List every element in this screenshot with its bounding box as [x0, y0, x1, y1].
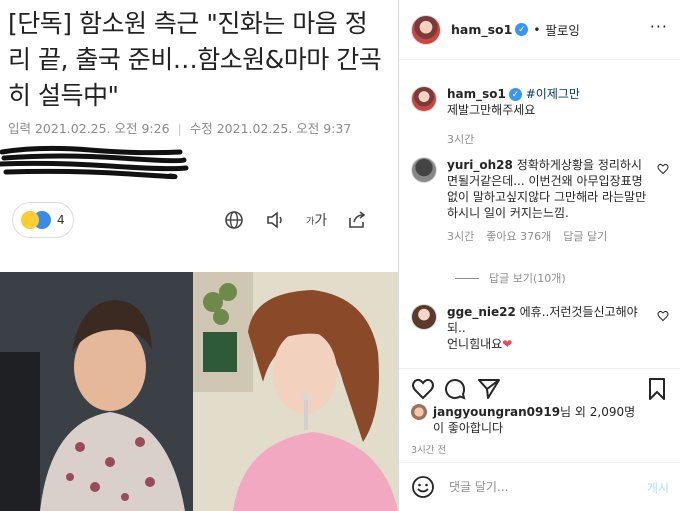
published-time: 입력 2021.02.25. 오전 9:26: [8, 121, 170, 136]
post-comment-button[interactable]: 게시: [647, 479, 669, 496]
caption-meta: 3시간: [447, 132, 669, 148]
reaction-emojis: [21, 211, 51, 229]
caption-text: 제발그만해주세요: [447, 103, 536, 117]
caption-username[interactable]: ham_so1: [447, 87, 506, 101]
reaction-count: 4: [57, 213, 65, 227]
header-username[interactable]: ham_so1: [451, 22, 512, 37]
emoji-icon[interactable]: [411, 475, 435, 499]
comment-item: gge_nie22 에휴..저런것들신고해야되.. 언니힘내요❤: [411, 304, 669, 352]
comment-username[interactable]: gge_nie22: [447, 305, 516, 319]
verified-icon: ✓: [508, 88, 522, 101]
wow-emoji-icon: [21, 211, 39, 229]
meta-divider: |: [177, 121, 182, 136]
comment-composer: 게시: [399, 462, 680, 511]
font-small-label: 가: [306, 216, 315, 227]
redaction-scribble: [0, 145, 189, 180]
reaction-button[interactable]: 4: [12, 202, 74, 238]
avatar[interactable]: [411, 14, 441, 45]
liked-by-user[interactable]: jangyoungran0919: [433, 405, 560, 419]
liked-by: jangyoungran0919님 외 2,090명 이 좋아합니다: [411, 404, 635, 436]
article-timestamps: 입력 2021.02.25. 오전 9:26 | 수정 2021.02.25. …: [8, 118, 351, 137]
comment-body: gge_nie22 에휴..저런것들신고해야되.. 언니힘내요❤: [447, 304, 669, 352]
post-time[interactable]: 3시간 전: [411, 442, 446, 456]
avatar[interactable]: [411, 304, 437, 330]
verified-icon: ✓: [515, 23, 529, 36]
view-replies-button[interactable]: 답글 보기(10개): [455, 270, 566, 286]
comment-text-2: 언니힘내요: [447, 337, 503, 351]
post-header: ham_so1 ✓ • 팔로잉 ···: [399, 0, 680, 60]
header-user: ham_so1 ✓ • 팔로잉: [451, 20, 580, 39]
comment-input[interactable]: [449, 480, 647, 494]
liked-by-suffix: 님 외 2,090명: [560, 405, 636, 419]
avatar[interactable]: [411, 157, 437, 183]
comment-meta: 3시간 좋아요 376개 답글 달기: [447, 229, 651, 245]
caption: ham_so1 ✓ #이제그만 제발그만해주세요 3시간: [411, 86, 669, 148]
comment-username[interactable]: yuri_oh28: [447, 158, 513, 172]
reply-button[interactable]: 답글 달기: [563, 229, 607, 245]
comment-icon[interactable]: [443, 377, 467, 401]
liked-by-line2: 이 좋아합니다: [433, 421, 504, 435]
speaker-icon[interactable]: [264, 208, 288, 232]
caption-time[interactable]: 3시간: [447, 132, 474, 148]
share-icon[interactable]: [345, 208, 369, 232]
hashtag-link[interactable]: #이제그만: [526, 87, 580, 101]
photo-woman: [193, 272, 398, 511]
article-headline: [단독] 함소원 측근 "진화는 마음 정리 끝, 출국 준비…함소원&마마 간…: [8, 9, 382, 110]
share-icon[interactable]: [477, 377, 501, 401]
red-heart-icon: ❤: [502, 337, 513, 351]
more-options-icon[interactable]: ···: [650, 19, 668, 35]
photo-man: [0, 272, 193, 511]
comment-time[interactable]: 3시간: [447, 229, 474, 245]
caption-body: ham_so1 ✓ #이제그만 제발그만해주세요 3시간: [447, 86, 669, 148]
modified-time: 수정 2021.02.25. 오전 9:37: [189, 121, 352, 136]
header-separator: •: [533, 22, 541, 37]
comment-likes[interactable]: 좋아요 376개: [486, 229, 551, 245]
bookmark-icon[interactable]: [645, 377, 669, 401]
replies-divider: [455, 277, 479, 279]
view-replies-label: 답글 보기(10개): [489, 272, 566, 285]
comment-body: yuri_oh28 정확하게상황을 정리하시면될거같은데... 이번건왜 아무입…: [447, 157, 669, 245]
post-actions: [399, 368, 680, 408]
following-button[interactable]: 팔로잉: [545, 20, 580, 39]
heart-icon[interactable]: [411, 377, 435, 401]
liked-by-text[interactable]: jangyoungran0919님 외 2,090명 이 좋아합니다: [433, 404, 635, 436]
comment-item: yuri_oh28 정확하게상황을 정리하시면될거같은데... 이번건왜 아무입…: [411, 157, 669, 245]
like-comment-heart-icon[interactable]: [657, 310, 669, 322]
globe-icon[interactable]: [222, 208, 246, 232]
font-size-button[interactable]: 가가: [306, 208, 327, 232]
article-panel: [단독] 함소원 측근 "진화는 마음 정리 끝, 출국 준비…함소원&마마 간…: [0, 0, 398, 511]
instagram-panel: ham_so1 ✓ • 팔로잉 ··· ham_so1 ✓ #이제그만 제발그만해…: [398, 0, 680, 511]
avatar: [411, 404, 427, 420]
like-comment-heart-icon[interactable]: [657, 163, 669, 175]
article-toolbar: 가가: [222, 208, 369, 232]
avatar[interactable]: [411, 86, 437, 112]
font-large-label: 가: [314, 213, 328, 229]
